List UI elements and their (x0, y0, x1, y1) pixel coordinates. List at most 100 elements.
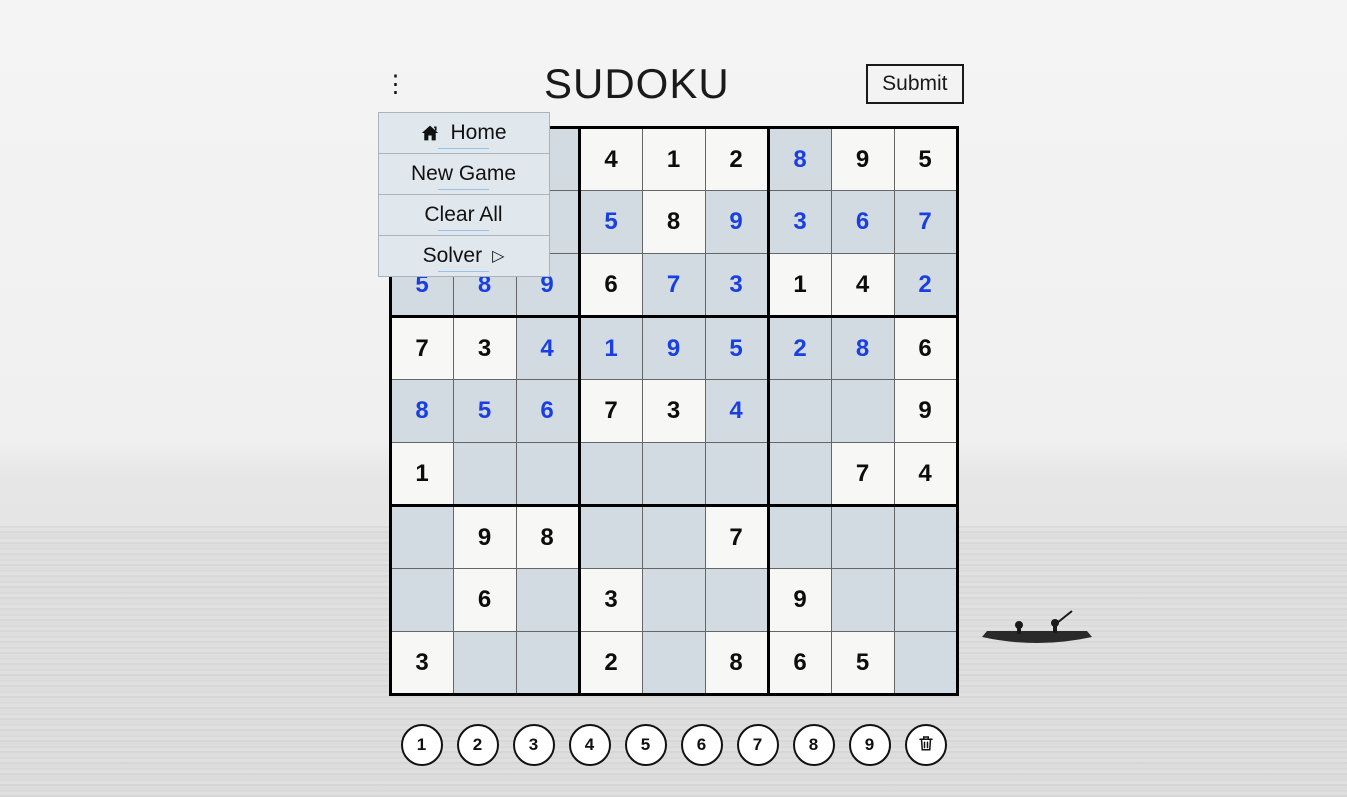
cell-r6-c9[interactable]: 4 (894, 443, 957, 506)
cell-r4-c6[interactable]: 5 (705, 317, 768, 380)
menu-item-home-label: Home (450, 121, 506, 145)
cell-r5-c1[interactable]: 8 (390, 380, 453, 443)
numpad-6[interactable]: 6 (681, 724, 723, 766)
cell-r9-c1[interactable]: 3 (390, 632, 453, 695)
cell-r3-c7[interactable]: 1 (768, 254, 831, 317)
cell-r5-c5[interactable]: 3 (642, 380, 705, 443)
trash-icon (917, 734, 935, 757)
menu-item-clear-all-label: Clear All (424, 203, 502, 227)
cell-r5-c2[interactable]: 5 (453, 380, 516, 443)
menu-toggle-button[interactable]: ⋮ (384, 68, 408, 100)
menu-item-solver-label: Solver (423, 244, 483, 268)
cell-r8-c9[interactable] (894, 569, 957, 632)
number-pad: 1 2 3 4 5 6 7 8 9 (401, 724, 947, 766)
cell-r9-c4[interactable]: 2 (579, 632, 642, 695)
cell-r5-c9[interactable]: 9 (894, 380, 957, 443)
cell-r9-c6[interactable]: 8 (705, 632, 768, 695)
header: ⋮ SUDOKU Submit Home New Game Clear All … (384, 60, 964, 108)
dropdown-menu: Home New Game Clear All Solver ▷ (378, 112, 550, 277)
cell-r8-c1[interactable] (390, 569, 453, 632)
menu-item-clear-all[interactable]: Clear All (378, 195, 550, 236)
cell-r9-c3[interactable] (516, 632, 579, 695)
numpad-5[interactable]: 5 (625, 724, 667, 766)
cell-r5-c7[interactable] (768, 380, 831, 443)
cell-r2-c9[interactable]: 7 (894, 191, 957, 254)
cell-r2-c7[interactable]: 3 (768, 191, 831, 254)
cell-r3-c8[interactable]: 4 (831, 254, 894, 317)
cell-r2-c5[interactable]: 8 (642, 191, 705, 254)
cell-r4-c1[interactable]: 7 (390, 317, 453, 380)
cell-r5-c4[interactable]: 7 (579, 380, 642, 443)
kebab-icon: ⋮ (384, 70, 408, 99)
cell-r3-c4[interactable]: 6 (579, 254, 642, 317)
numpad-8[interactable]: 8 (793, 724, 835, 766)
cell-r6-c8[interactable]: 7 (831, 443, 894, 506)
home-icon (420, 124, 440, 142)
cell-r9-c5[interactable] (642, 632, 705, 695)
numpad-1[interactable]: 1 (401, 724, 443, 766)
menu-item-new-game[interactable]: New Game (378, 154, 550, 195)
cell-r6-c3[interactable] (516, 443, 579, 506)
menu-item-solver[interactable]: Solver ▷ (378, 236, 550, 277)
cell-r4-c9[interactable]: 6 (894, 317, 957, 380)
cell-r1-c8[interactable]: 9 (831, 128, 894, 191)
numpad-9[interactable]: 9 (849, 724, 891, 766)
cell-r8-c8[interactable] (831, 569, 894, 632)
cell-r3-c5[interactable]: 7 (642, 254, 705, 317)
cell-r6-c2[interactable] (453, 443, 516, 506)
cell-r8-c5[interactable] (642, 569, 705, 632)
cell-r8-c3[interactable] (516, 569, 579, 632)
triangle-right-icon: ▷ (492, 246, 504, 266)
cell-r2-c8[interactable]: 6 (831, 191, 894, 254)
numpad-erase[interactable] (905, 724, 947, 766)
cell-r1-c6[interactable]: 2 (705, 128, 768, 191)
cell-r4-c4[interactable]: 1 (579, 317, 642, 380)
cell-r7-c7[interactable] (768, 506, 831, 569)
cell-r7-c2[interactable]: 9 (453, 506, 516, 569)
numpad-2[interactable]: 2 (457, 724, 499, 766)
cell-r7-c4[interactable] (579, 506, 642, 569)
cell-r7-c9[interactable] (894, 506, 957, 569)
numpad-3[interactable]: 3 (513, 724, 555, 766)
cell-r6-c7[interactable] (768, 443, 831, 506)
cell-r6-c6[interactable] (705, 443, 768, 506)
menu-item-new-game-label: New Game (411, 162, 516, 186)
cell-r4-c2[interactable]: 3 (453, 317, 516, 380)
cell-r2-c4[interactable]: 5 (579, 191, 642, 254)
page-title: SUDOKU (408, 60, 867, 108)
cell-r1-c7[interactable]: 8 (768, 128, 831, 191)
cell-r6-c4[interactable] (579, 443, 642, 506)
cell-r7-c6[interactable]: 7 (705, 506, 768, 569)
cell-r8-c4[interactable]: 3 (579, 569, 642, 632)
cell-r3-c6[interactable]: 3 (705, 254, 768, 317)
cell-r1-c9[interactable]: 5 (894, 128, 957, 191)
submit-button[interactable]: Submit (866, 64, 963, 104)
cell-r3-c9[interactable]: 2 (894, 254, 957, 317)
cell-r8-c7[interactable]: 9 (768, 569, 831, 632)
cell-r7-c5[interactable] (642, 506, 705, 569)
cell-r5-c8[interactable] (831, 380, 894, 443)
cell-r5-c6[interactable]: 4 (705, 380, 768, 443)
cell-r7-c8[interactable] (831, 506, 894, 569)
cell-r1-c4[interactable]: 4 (579, 128, 642, 191)
cell-r5-c3[interactable]: 6 (516, 380, 579, 443)
numpad-4[interactable]: 4 (569, 724, 611, 766)
cell-r8-c6[interactable] (705, 569, 768, 632)
cell-r4-c8[interactable]: 8 (831, 317, 894, 380)
cell-r9-c2[interactable] (453, 632, 516, 695)
cell-r9-c9[interactable] (894, 632, 957, 695)
cell-r4-c5[interactable]: 9 (642, 317, 705, 380)
cell-r9-c7[interactable]: 6 (768, 632, 831, 695)
cell-r7-c1[interactable] (390, 506, 453, 569)
cell-r8-c2[interactable]: 6 (453, 569, 516, 632)
cell-r7-c3[interactable]: 8 (516, 506, 579, 569)
cell-r4-c7[interactable]: 2 (768, 317, 831, 380)
menu-item-home[interactable]: Home (378, 112, 550, 154)
cell-r9-c8[interactable]: 5 (831, 632, 894, 695)
cell-r2-c6[interactable]: 9 (705, 191, 768, 254)
cell-r6-c1[interactable]: 1 (390, 443, 453, 506)
numpad-7[interactable]: 7 (737, 724, 779, 766)
cell-r6-c5[interactable] (642, 443, 705, 506)
cell-r1-c5[interactable]: 1 (642, 128, 705, 191)
cell-r4-c3[interactable]: 4 (516, 317, 579, 380)
